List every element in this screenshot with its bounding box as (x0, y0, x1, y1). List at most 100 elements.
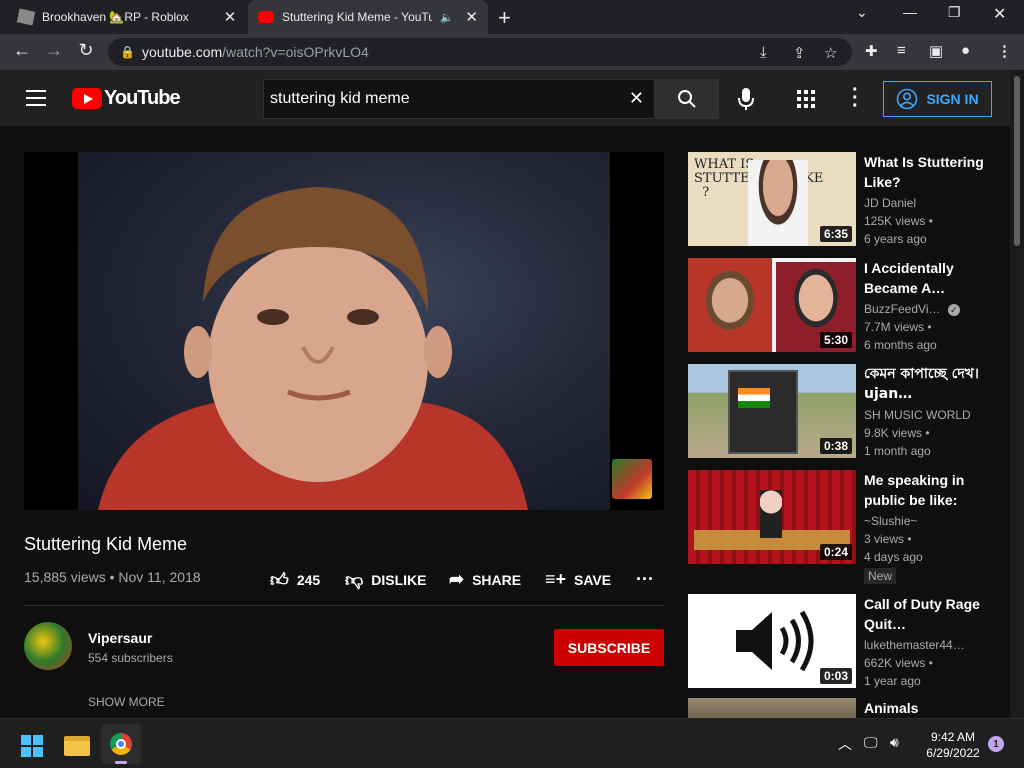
channel-avatar[interactable] (24, 622, 72, 670)
search-value: stuttering kid meme (270, 90, 410, 107)
system-clock[interactable]: 9:42 AM 6/29/2022 (918, 729, 988, 761)
search-input[interactable]: stuttering kid meme ✕ (263, 79, 655, 119)
recommendation-item[interactable]: 0:38 কেমন কাপাচ্ছে দেখ। ujan… SH MUSIC W… (688, 364, 998, 464)
youtube-logo[interactable]: YouTube (72, 87, 181, 110)
recommendation-age: 1 year ago (864, 674, 921, 688)
new-tab-icon[interactable]: + (498, 5, 511, 31)
video-thumbnail[interactable]: 0:03 (688, 594, 856, 688)
apps-grid-icon[interactable] (797, 90, 815, 108)
page-scrollbar[interactable] (1010, 70, 1024, 718)
video-thumbnail[interactable]: 0:38 (688, 364, 856, 458)
windows-start-icon[interactable] (21, 735, 43, 757)
sign-in-button[interactable]: SIGN IN (883, 81, 992, 117)
notification-badge[interactable]: 1 (988, 736, 1004, 752)
video-still-image (98, 187, 528, 510)
video-thumbnail[interactable]: 5:30 (688, 258, 856, 352)
profile-icon[interactable]: ● (961, 42, 970, 59)
recommendation-title[interactable]: Me speaking in public be like: (864, 470, 988, 510)
recommendation-title[interactable]: I Accidentally Became A… (864, 258, 988, 298)
share-icon[interactable]: ⇪ (793, 44, 806, 62)
bookmark-star-icon[interactable]: ☆ (824, 44, 837, 62)
lock-icon: 🔒 (120, 45, 135, 59)
install-icon[interactable]: ⤓ (760, 44, 767, 61)
recommendation-channel[interactable]: SH MUSIC WORLD (864, 408, 971, 422)
verified-check-icon: ✓ (947, 304, 960, 316)
tab-roblox[interactable]: Brookhaven 🏡RP - Roblox ✕ (8, 0, 246, 34)
youtube-header: YouTube stuttering kid meme ✕ · · · SIGN I… (0, 70, 1010, 126)
recommendation-views: 7.7M views • (864, 320, 932, 334)
video-title: Stuttering Kid Meme (24, 534, 188, 554)
recommendation-title[interactable]: Animals (864, 698, 988, 718)
youtube-play-icon (72, 88, 102, 109)
audio-playing-icon[interactable]: 🔈 (440, 11, 454, 24)
restore-icon[interactable]: ❐ (948, 4, 961, 21)
chrome-taskbar-button[interactable] (101, 724, 141, 764)
forward-icon[interactable]: → (42, 40, 66, 61)
video-thumbnail[interactable]: WHAT ISSTUTTERING LIKE ? 6:35 (688, 152, 856, 246)
share-label: SHARE (472, 571, 522, 588)
video-duration: 6:35 (819, 226, 852, 242)
tab-search-icon[interactable]: ⌄ (856, 4, 868, 21)
recommendation-item[interactable]: 0:24 Me speaking in public be like: ~Slu… (688, 470, 998, 588)
search-button[interactable] (655, 79, 719, 119)
video-player[interactable] (24, 152, 664, 510)
network-icon[interactable]: 🖵︎ (864, 734, 878, 751)
address-bar[interactable]: 🔒 youtube.com/watch?v=oisOPrkvLO4 ⤓ ⇪ ☆ (108, 38, 852, 66)
subscribe-button[interactable]: SUBSCRIBE (554, 629, 664, 666)
tab-title: Stuttering Kid Meme - YouTube (282, 10, 432, 24)
url-host: youtube.com (142, 44, 223, 60)
hamburger-menu-icon[interactable] (26, 90, 46, 111)
chrome-menu-icon[interactable]: ⋮ (997, 42, 1012, 60)
channel-name: BuzzFeedVi… (864, 302, 941, 316)
show-hidden-icons-icon[interactable]: ︿ (838, 734, 852, 754)
account-icon (897, 88, 918, 110)
volume-icon[interactable]: 🔊︎ (890, 734, 899, 751)
recommendation-title[interactable]: কেমন কাপাচ্ছে দেখ। ujan… (864, 364, 988, 404)
close-window-icon[interactable]: ✕ (993, 4, 1006, 24)
recommendation-age: 6 months ago (864, 338, 937, 352)
media-control-icon[interactable]: ≡ (897, 42, 906, 59)
file-explorer-icon[interactable] (64, 736, 90, 756)
tab-youtube[interactable]: Stuttering Kid Meme - YouTube 🔈 ✕ (248, 0, 488, 34)
thumbnail-image (688, 258, 772, 352)
recommendation-item[interactable]: WHAT ISSTUTTERING LIKE ? 6:35 What Is St… (688, 152, 998, 252)
video-duration: 0:38 (819, 438, 852, 454)
reload-icon[interactable]: ↻ (74, 40, 98, 61)
new-badge: New (864, 568, 897, 584)
windows-taskbar: ︿ 🖵︎ 🔊︎ 9:42 AM 6/29/2022 1 (0, 718, 1024, 768)
minimize-icon[interactable]: — (903, 4, 917, 20)
divider (24, 605, 664, 606)
recommendation-item[interactable]: 5:30 I Accidentally Became A… BuzzFeedVi… (688, 258, 998, 358)
recommendation-views: 662K views • (864, 656, 933, 670)
channel-watermark[interactable] (612, 459, 652, 499)
recommendation-channel[interactable]: BuzzFeedVi… ✓ (864, 302, 960, 316)
like-button[interactable]: 👍︎ 245 (270, 569, 320, 591)
voice-search-icon[interactable] (737, 87, 755, 116)
clear-search-icon[interactable]: ✕ (629, 88, 644, 109)
channel-name[interactable]: Vipersaur (88, 630, 152, 646)
recommendation-item[interactable]: 0:03 Call of Duty Rage Quit… lukethemast… (688, 594, 998, 694)
extensions-icon[interactable]: ✚ (865, 42, 878, 60)
recommendation-item[interactable]: Animals (688, 698, 998, 718)
close-tab-icon[interactable]: ✕ (220, 8, 240, 26)
active-app-indicator (115, 761, 127, 764)
recommendation-channel[interactable]: lukethemaster44… (864, 638, 965, 652)
settings-menu-icon[interactable]: · · · (852, 80, 859, 116)
show-more-button[interactable]: SHOW MORE (88, 695, 165, 709)
recommendation-channel[interactable]: ~Slushie~ (864, 514, 917, 528)
share-button[interactable]: ➦ SHARE (449, 569, 521, 590)
close-tab-icon[interactable]: ✕ (462, 8, 482, 26)
chrome-icon (110, 733, 132, 755)
video-thumbnail[interactable] (688, 698, 856, 718)
save-button[interactable]: ≡+ SAVE (545, 569, 611, 590)
scrollbar-thumb[interactable] (1014, 76, 1020, 246)
recommendation-channel[interactable]: JD Daniel (864, 196, 916, 210)
video-thumbnail[interactable]: 0:24 (688, 470, 856, 564)
dislike-button[interactable]: 👎︎ DISLIKE (345, 569, 427, 591)
share-arrow-icon: ➦ (449, 569, 465, 589)
side-panel-icon[interactable]: ▣ (929, 42, 943, 60)
more-actions-button[interactable]: ··· (636, 569, 654, 590)
recommendation-title[interactable]: What Is Stuttering Like? (864, 152, 988, 192)
back-icon[interactable]: ← (10, 40, 34, 61)
recommendation-title[interactable]: Call of Duty Rage Quit… (864, 594, 988, 634)
